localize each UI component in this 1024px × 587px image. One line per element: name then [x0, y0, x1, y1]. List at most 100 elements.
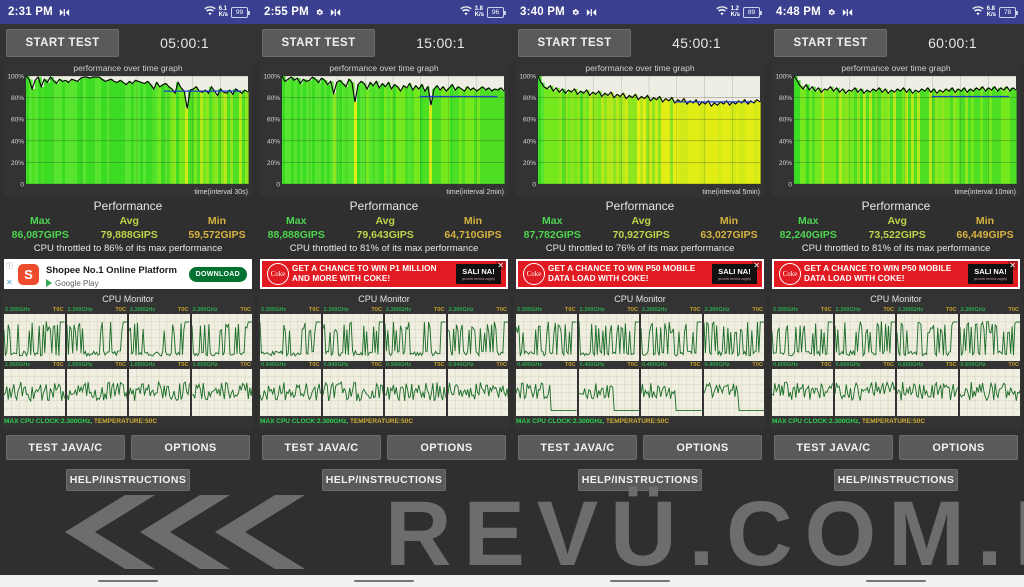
options-button[interactable]: OPTIONS: [899, 435, 1018, 460]
cpu-core-chart: 0.400GHzT0C: [579, 361, 640, 416]
performance-graph: performance over time graph100%80%60%40%…: [260, 62, 508, 197]
start-test-button[interactable]: START TEST: [518, 29, 631, 57]
svg-text:100%: 100%: [7, 74, 24, 81]
options-button[interactable]: OPTIONS: [643, 435, 762, 460]
cpu-core-temp: T0C: [752, 361, 763, 369]
ad-cta-button[interactable]: SALI NA!promo terms apply: [968, 264, 1013, 284]
ad-banner-coke[interactable]: CokeGET A CHANCE TO WIN P1 MILLIONAND MO…: [260, 259, 508, 289]
performance-title: Performance: [768, 199, 1024, 214]
toolbar: START TEST15:00:1: [256, 24, 512, 62]
battery-indicator: 96: [487, 7, 504, 18]
cpu-core-temp: T0C: [821, 361, 832, 369]
ad-subtitle: Google Play: [46, 278, 189, 289]
cpu-core-temp: T0C: [178, 306, 189, 314]
nav-home-pill[interactable]: [610, 580, 670, 583]
nav-bar-1[interactable]: [0, 575, 256, 587]
cpu-temperature: TEMPERATURE:50C: [862, 418, 925, 425]
svg-text:40%: 40%: [779, 138, 792, 145]
cpu-core-clock: 2.300GHz: [580, 306, 605, 314]
cpu-core-chart: 0.600GHzT0C: [772, 361, 833, 416]
ad-banner-coke[interactable]: CokeGET A CHANCE TO WIN P50 MOBILEDATA L…: [772, 259, 1020, 289]
performance-title: Performance: [512, 199, 768, 214]
options-button[interactable]: OPTIONS: [131, 435, 250, 460]
cpu-monitor-title: CPU Monitor: [2, 293, 254, 306]
nav-bar-3[interactable]: [512, 575, 768, 587]
svg-text:60%: 60%: [11, 117, 24, 124]
cpu-status-line: MAX CPU CLOCK:2.300GHz, TEMPERATURE:50C: [514, 416, 766, 427]
start-test-button[interactable]: START TEST: [774, 29, 887, 57]
throttle-message: CPU throttled to 76% of its max performa…: [512, 242, 768, 256]
cpu-core-grid-bottom: 0.400GHzT0C0.400GHzT0C0.400GHzT0C0.400GH…: [514, 361, 766, 416]
test-java-c-button[interactable]: TEST JAVA/C: [262, 435, 381, 460]
perf-min-value: Min 63,027GIPS: [690, 214, 768, 242]
start-test-button[interactable]: START TEST: [6, 29, 119, 57]
ad-banner-shopee[interactable]: ⓘ✕SShopee No.1 Online PlatformGoogle Pla…: [4, 259, 252, 289]
test-java-c-button[interactable]: TEST JAVA/C: [518, 435, 637, 460]
options-button[interactable]: OPTIONS: [387, 435, 506, 460]
cpu-core-clock: 0.600GHz: [898, 361, 923, 369]
cpu-core-clock: 1.050GHz: [5, 361, 30, 369]
cpu-core-clock: 2.300GHz: [68, 306, 93, 314]
ad-cta-button[interactable]: SALI NA!promo terms apply: [712, 264, 757, 284]
perf-avg-value: Avg 70,927GIPS: [601, 214, 680, 242]
svg-text:20%: 20%: [523, 160, 536, 167]
network-speed: 3.8K/s: [475, 6, 484, 18]
cpu-core-clock: 0.600GHz: [836, 361, 861, 369]
cpu-core-chart: 1.050GHzT0C: [4, 361, 65, 416]
svg-text:80%: 80%: [523, 95, 536, 102]
ad-cta-button[interactable]: SALI NA!promo terms apply: [456, 264, 501, 284]
cpu-core-chart: 2.300GHzT0C: [192, 306, 253, 361]
ad-headline: GET A CHANCE TO WIN P50 MOBILEDATA LOAD …: [804, 264, 968, 285]
cpu-core-temp: T0C: [178, 361, 189, 369]
throttle-message: CPU throttled to 81% of its max performa…: [768, 242, 1024, 256]
cpu-core-chart: 0.940GHz T0C: [385, 361, 446, 416]
ad-close-icon[interactable]: ✕: [1008, 261, 1017, 270]
nav-bar-4[interactable]: [768, 575, 1024, 587]
cpu-core-chart: 1.050GHzT0C: [192, 361, 253, 416]
test-java-c-button[interactable]: TEST JAVA/C: [6, 435, 125, 460]
cpu-monitor-panel: CPU Monitor2.300GHzT0C2.300GHzT0C2.300GH…: [770, 293, 1022, 429]
start-test-button[interactable]: START TEST: [262, 29, 375, 57]
cpu-core-clock: 0.940GHz: [386, 361, 411, 369]
graph-title: performance over time graph: [516, 63, 764, 73]
cpu-core-clock: 0.940GHz: [324, 361, 349, 369]
test-java-c-button[interactable]: TEST JAVA/C: [774, 435, 893, 460]
cpu-core-chart: 0.940GHzT0C: [448, 361, 509, 416]
cpu-core-clock: 2.300GHz: [193, 306, 218, 314]
cpu-core-chart: 2.300GHzT0C: [835, 306, 896, 361]
cpu-monitor-panel: CPU Monitor2.300GHzT0C2.300GHzT0C2.300GH…: [514, 293, 766, 429]
cpu-core-clock: 2.300GHz: [836, 306, 861, 314]
cpu-core-clock: 2.300GHz: [324, 306, 349, 314]
ad-info-icon[interactable]: ⓘ: [6, 262, 13, 271]
status-time: 2:31 PM: [8, 6, 53, 18]
performance-summary: PerformanceMax 86,087GIPSAvg 79,888GIPSM…: [0, 197, 256, 256]
status-time: 2:55 PM: [264, 6, 309, 18]
ad-close-icon[interactable]: ✕: [752, 261, 761, 270]
nav-home-pill[interactable]: [98, 580, 158, 583]
ad-download-button[interactable]: DOWNLOAD: [189, 267, 247, 282]
help-instructions-button[interactable]: HELP/INSTRUCTIONS: [834, 469, 958, 491]
cpu-monitor-title: CPU Monitor: [514, 293, 766, 306]
cpu-core-clock: 2.300GHz: [261, 306, 286, 314]
cpu-core-grid-top: 2.300GHzT0C2.300GHzT0C2.300GHzT0C2.300GH…: [514, 306, 766, 361]
cpu-core-clock: 1.050GHz: [130, 361, 155, 369]
battery-indicator: 89: [743, 7, 760, 18]
ad-close-icon[interactable]: ✕: [496, 261, 505, 270]
ad-close-icon[interactable]: ✕: [6, 279, 13, 287]
nav-home-pill[interactable]: [354, 580, 414, 583]
nav-home-pill[interactable]: [866, 580, 926, 583]
nav-bar-2[interactable]: [256, 575, 512, 587]
cpu-core-temp: T0C: [309, 306, 320, 314]
cpu-core-clock: 1.050GHz: [68, 361, 93, 369]
svg-text:40%: 40%: [523, 138, 536, 145]
svg-text:80%: 80%: [779, 95, 792, 102]
help-instructions-button[interactable]: HELP/INSTRUCTIONS: [578, 469, 702, 491]
cpu-core-temp: T0C: [434, 361, 445, 369]
cpu-core-temp: T0C: [371, 306, 382, 314]
cpu-core-grid-top: 2.300GHzT0C2.300GHzT0C2.300GHzT0C2.300GH…: [2, 306, 254, 361]
help-instructions-button[interactable]: HELP/INSTRUCTIONS: [322, 469, 446, 491]
ad-banner-coke[interactable]: CokeGET A CHANCE TO WIN P50 MOBILEDATA L…: [516, 259, 764, 289]
cpu-core-clock: 0.940GHz: [449, 361, 474, 369]
cpu-temperature: TEMPERATURE:50C: [94, 418, 157, 425]
help-instructions-button[interactable]: HELP/INSTRUCTIONS: [66, 469, 190, 491]
